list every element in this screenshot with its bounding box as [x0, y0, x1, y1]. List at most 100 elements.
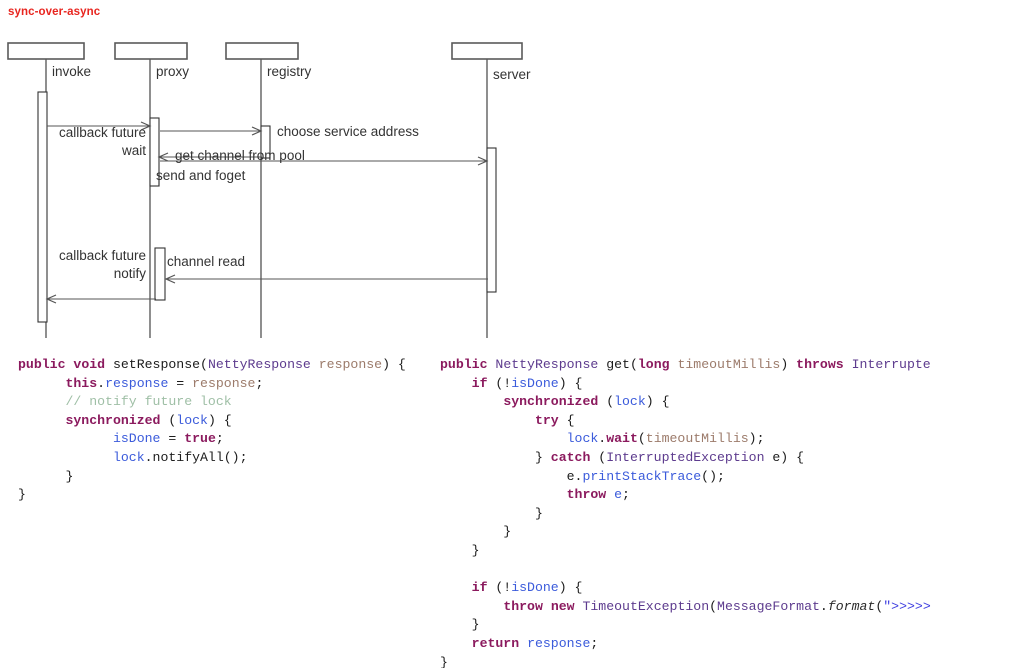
code-token: catch: [550, 449, 591, 465]
code-token: =: [168, 375, 193, 391]
lifeline-label-proxy: proxy: [156, 64, 189, 79]
code-line: }: [440, 523, 1030, 542]
code-token: this: [65, 375, 98, 391]
code-token: ">>>>>: [883, 598, 931, 614]
code-token: lock: [176, 412, 208, 428]
code-line: }: [440, 505, 1030, 524]
code-line: throw new TimeoutException(MessageFormat…: [440, 598, 1030, 617]
code-token: return: [471, 635, 520, 651]
code-line: }: [18, 468, 438, 487]
code-token: public: [18, 357, 66, 372]
activation-bar-invoke: [37, 91, 48, 323]
code-token: printStackTrace: [582, 468, 702, 484]
code-token: isDone: [112, 431, 161, 447]
code-line: synchronized (lock) {: [18, 412, 438, 431]
code-token: true: [184, 431, 216, 447]
code-token: ;: [255, 375, 264, 391]
code-line: lock.notifyAll();: [18, 449, 438, 468]
code-token: new: [550, 598, 575, 614]
sequence-diagram-canvas: invoke proxy registry server callback fu…: [7, 42, 531, 338]
code-token: .: [819, 598, 828, 614]
code-token: timeoutMillis: [677, 357, 781, 372]
code-token: (!: [487, 375, 512, 391]
annotation-callback-future-wait-line1: callback future: [59, 125, 146, 140]
code-token: NettyResponse: [495, 357, 599, 372]
code-line: try {: [440, 412, 1030, 431]
code-token: MessageFormat: [717, 598, 820, 614]
code-token: response: [192, 375, 256, 391]
code-token: =: [160, 431, 185, 447]
code-block-set-response[interactable]: public void setResponse(NettyResponse re…: [18, 356, 438, 505]
code-token: ) {: [558, 375, 583, 391]
lifeline-box-invoke[interactable]: [7, 42, 85, 60]
code-line: if (!isDone) {: [440, 375, 1030, 394]
code-token: e.: [440, 468, 583, 484]
code-token: );: [748, 431, 765, 447]
code-token: e) {: [764, 449, 805, 465]
code-token: try: [534, 412, 559, 428]
code-line: }: [440, 616, 1030, 635]
code-token: if: [471, 375, 488, 391]
code-line: }: [440, 654, 1030, 669]
code-token: setResponse(: [105, 357, 208, 372]
code-line: public void setResponse(NettyResponse re…: [18, 356, 438, 375]
code-token: .notifyAll();: [144, 449, 248, 465]
lifeline-box-server[interactable]: [451, 42, 523, 60]
code-token: throws: [796, 357, 844, 372]
code-line: lock.wait(timeoutMillis);: [440, 430, 1030, 449]
code-token: lock: [566, 431, 599, 447]
lifeline-label-registry: registry: [267, 64, 312, 79]
code-token: (: [598, 394, 615, 410]
code-token: (: [709, 598, 718, 614]
code-token: (!: [487, 580, 512, 596]
code-token: synchronized: [503, 394, 599, 410]
code-line: this.response = response;: [18, 375, 438, 394]
code-token: ;: [215, 431, 224, 447]
code-line: synchronized (lock) {: [440, 393, 1030, 412]
lifeline-box-registry[interactable]: [225, 42, 299, 60]
code-token: }: [18, 468, 74, 484]
code-token: throw: [503, 598, 543, 614]
code-token: response: [105, 375, 169, 391]
code-token: TimeoutException: [582, 598, 710, 614]
code-token: ) {: [645, 394, 670, 410]
code-token: }: [440, 505, 543, 521]
lifeline-box-proxy[interactable]: [114, 42, 188, 60]
code-token: }: [440, 617, 480, 633]
code-token: (: [160, 412, 177, 428]
code-line: } catch (InterruptedException e) {: [440, 449, 1030, 468]
code-token: ;: [622, 487, 630, 503]
code-token: .: [97, 375, 106, 391]
code-token: format: [827, 598, 876, 614]
code-token: response: [527, 635, 591, 651]
code-token: NettyResponse: [207, 357, 311, 372]
code-line: }: [18, 486, 438, 505]
code-token: response: [318, 357, 383, 372]
code-token: timeoutMillis: [645, 431, 749, 447]
code-token: isDone: [511, 580, 559, 596]
code-token: ;: [590, 635, 599, 651]
code-token: .: [598, 431, 607, 447]
code-token: }: [440, 524, 512, 540]
code-token: ();: [701, 468, 725, 484]
code-token: }: [440, 542, 480, 558]
code-token: }: [18, 487, 26, 503]
code-token: ) {: [207, 412, 232, 428]
code-line: if (!isDone) {: [440, 579, 1030, 598]
code-block-get[interactable]: public NettyResponse get(long timeoutMil…: [440, 356, 1030, 668]
code-token: e: [614, 487, 623, 503]
